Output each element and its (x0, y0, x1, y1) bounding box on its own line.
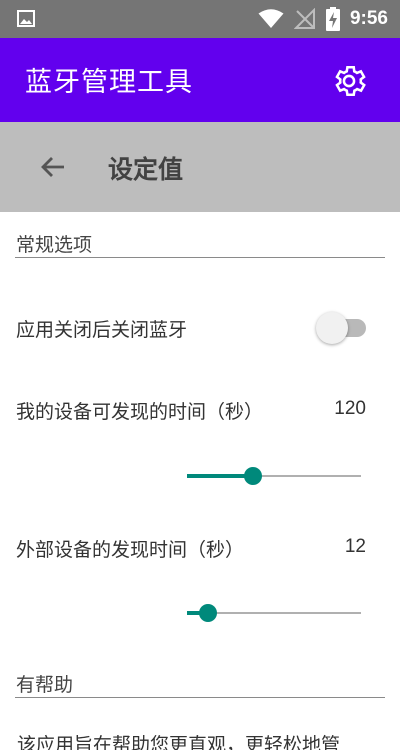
section-header-help: 有帮助 (15, 670, 385, 698)
no-signal-icon (293, 8, 315, 29)
page-title: 设定值 (108, 155, 184, 184)
status-time: 9:56 (349, 8, 388, 29)
my-discoverable-value: 120 (334, 398, 366, 419)
ext-discovery-slider[interactable] (187, 598, 361, 628)
slider-thumb[interactable] (198, 604, 217, 622)
app-bar: 蓝牙管理工具 (0, 38, 400, 122)
ext-discovery-label: 外部设备的发现时间（秒） (16, 539, 245, 561)
section-title: 有帮助 (16, 674, 74, 696)
gear-icon[interactable] (330, 62, 368, 100)
settings-toolbar: 设定值 (0, 122, 400, 212)
image-icon (17, 10, 35, 27)
wifi-icon (258, 9, 284, 28)
slider-thumb[interactable] (244, 467, 263, 485)
section-header-general: 常规选项 (15, 230, 385, 258)
ext-discovery-value: 12 (344, 536, 366, 557)
battery-charging-icon (325, 7, 340, 31)
status-icons: 9:56 (258, 6, 388, 32)
toggle-thumb (316, 312, 348, 344)
my-discoverable-slider[interactable] (187, 461, 361, 491)
help-description: 该应用旨在帮助您更直观，更轻松地管 (17, 734, 341, 750)
arrow-left-icon[interactable] (38, 153, 68, 181)
close-bt-toggle[interactable] (316, 311, 368, 345)
app-title: 蓝牙管理工具 (25, 67, 193, 98)
section-title: 常规选项 (16, 234, 93, 256)
close-bt-label: 应用关闭后关闭蓝牙 (16, 319, 188, 341)
my-discoverable-label: 我的设备可发现的时间（秒） (16, 401, 264, 423)
status-bar: 9:56 (0, 0, 400, 38)
